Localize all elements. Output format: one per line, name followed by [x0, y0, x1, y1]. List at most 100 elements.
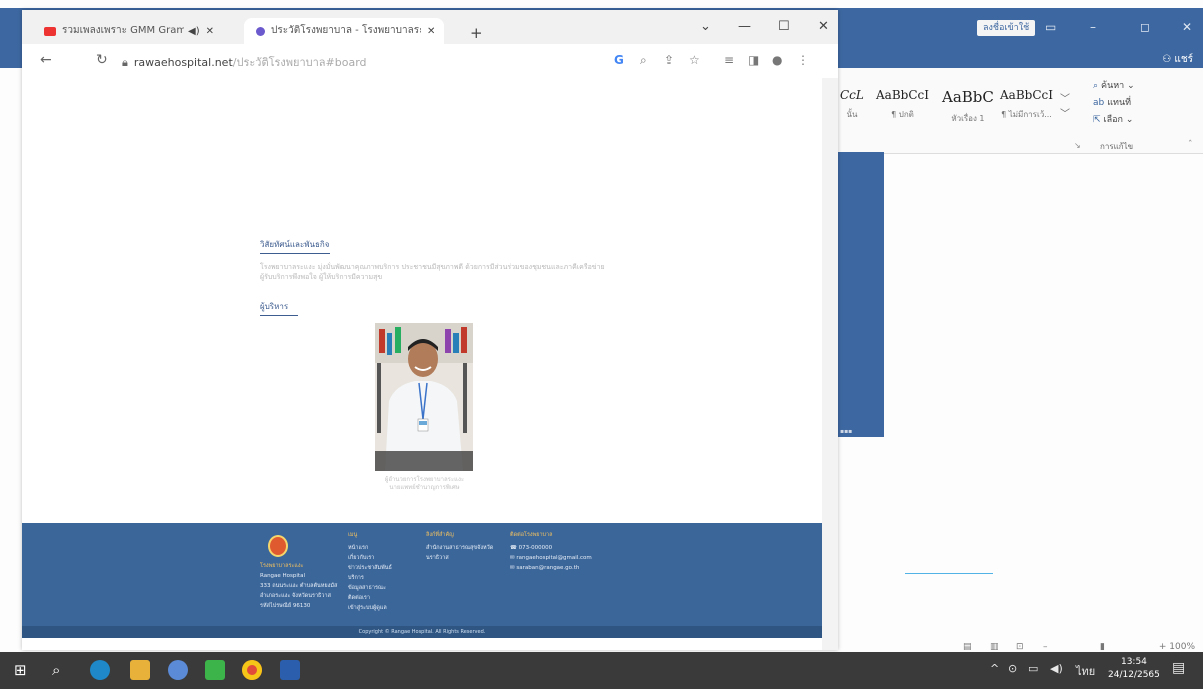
- edge-icon[interactable]: [90, 660, 110, 680]
- share-icon[interactable]: ⇪: [664, 53, 674, 67]
- tray-chevron-icon[interactable]: ^: [990, 662, 999, 675]
- hospital-logo: [268, 535, 288, 557]
- document-rule: [905, 573, 993, 574]
- style-item[interactable]: CcL นั้น: [840, 88, 864, 121]
- director-photo: [375, 323, 473, 471]
- zoom-slider[interactable]: ▮: [1100, 642, 1105, 652]
- footer-link-contact[interactable]: ติดต่อเรา: [348, 593, 428, 603]
- speaker-icon[interactable]: ◀): [188, 26, 200, 37]
- sign-in-button[interactable]: ลงชื่อเข้าใช้: [977, 20, 1036, 36]
- editing-group-label: การแก้ไข: [1100, 142, 1134, 151]
- replace-button[interactable]: ab แทนที่: [1093, 95, 1135, 112]
- zoom-level[interactable]: + 100%: [1159, 642, 1195, 652]
- notification-icon[interactable]: ▤: [1172, 660, 1185, 676]
- maximize-icon[interactable]: ☐: [778, 19, 790, 34]
- read-mode-icon[interactable]: ▤: [963, 642, 972, 652]
- reading-list-icon[interactable]: ≡: [724, 53, 734, 67]
- tab-youtube[interactable]: รวมเพลงเพราะ GMM Gramm◀) ✕: [32, 18, 232, 44]
- vision-text: โรงพยาบาลระแงะ มุ่งมั่นพัฒนาคุณภาพบริการ…: [260, 263, 605, 281]
- word-icon[interactable]: [280, 660, 300, 680]
- zoom-out-icon[interactable]: –: [1043, 642, 1048, 652]
- select-button[interactable]: ⇱ เลือก ⌄: [1093, 112, 1135, 129]
- document-thumbnail: ▪▪▪: [840, 428, 853, 435]
- ribbon-display-icon[interactable]: ▭: [1045, 20, 1056, 34]
- close-icon[interactable]: ✕: [818, 19, 829, 34]
- close-tab-icon[interactable]: ✕: [206, 26, 214, 37]
- editing-group: ⌕ ค้นหา ⌄ ab แทนที่ ⇱ เลือก ⌄: [1093, 78, 1135, 129]
- back-icon[interactable]: ←: [40, 52, 52, 68]
- style-normal[interactable]: AaBbCcI ¶ ปกติ: [876, 88, 929, 121]
- network-icon[interactable]: ▭: [1028, 662, 1038, 675]
- profile-icon[interactable]: ●: [772, 53, 782, 67]
- find-button[interactable]: ⌕ ค้นหา ⌄: [1093, 78, 1135, 95]
- tab-hospital[interactable]: ประวัติโรงพยาบาล - โรงพยาบาลระแง✕: [244, 18, 444, 44]
- minimize-icon[interactable]: —: [738, 19, 751, 34]
- app-icon[interactable]: [168, 660, 188, 680]
- footer-link-home[interactable]: หน้าแรก: [348, 543, 428, 553]
- search-icon[interactable]: ⌕: [52, 660, 72, 680]
- word-minimize-icon[interactable]: –: [1090, 20, 1096, 34]
- web-layout-icon[interactable]: ⊡: [1016, 642, 1024, 652]
- footer-link-provincial[interactable]: สำนักงานสาธารณสุขจังหวัดนราธิวาส: [426, 543, 506, 563]
- clock[interactable]: 13:54 24/12/2565: [1108, 656, 1160, 682]
- meet-icon[interactable]: ⊙: [1008, 662, 1017, 675]
- footer-menu-heading: เมนู: [348, 532, 358, 538]
- style-no-spacing[interactable]: AaBbCcI ¶ ไม่มีการเว้...: [1000, 88, 1053, 121]
- style-heading1[interactable]: AaBbC หัวเรื่อง 1: [942, 88, 994, 125]
- word-ribbon: CcL นั้น AaBbCcI ¶ ปกติ AaBbC หัวเรื่อง …: [838, 68, 1203, 154]
- styles-launcher-icon[interactable]: ↘: [1074, 141, 1081, 150]
- footer-links-heading: ลิงก์ที่สำคัญ: [426, 532, 454, 538]
- footer-menu: หน้าแรก เกี่ยวกับเรา ข่าวประชาสัมพันธ์ บ…: [348, 543, 428, 613]
- phone-icon: ☎: [510, 545, 519, 551]
- footer-link-services[interactable]: บริการ: [348, 573, 428, 583]
- line-icon[interactable]: [205, 660, 225, 680]
- footer-email-2[interactable]: ✉ saraban@rangae.go.th: [510, 563, 620, 573]
- search-icon: ⌕: [1093, 81, 1099, 91]
- footer-contact-heading: ติดต่อโรงพยาบาล: [510, 532, 553, 538]
- close-tab-icon[interactable]: ✕: [427, 26, 435, 37]
- copyright-bar: Copyright © Rangae Hospital. All Rights …: [22, 626, 822, 638]
- footer-link-admin[interactable]: เข้าสู่ระบบผู้ดูแล: [348, 603, 428, 613]
- footer-phone[interactable]: ☎ 073-000000: [510, 543, 620, 553]
- director-underline: [260, 315, 298, 316]
- google-translate-icon[interactable]: G: [614, 53, 624, 67]
- zoom-icon[interactable]: ⌕: [640, 53, 647, 68]
- youtube-icon: [44, 26, 56, 36]
- browser-toolbar: ← ↻ 🔒︎ rawaehospital.net/ประวัติโรงพยาบาล…: [22, 44, 838, 79]
- share-button[interactable]: ⚇ แชร์: [1162, 52, 1193, 67]
- windows-start-icon[interactable]: ⊞: [14, 660, 34, 680]
- footer-org-name: โรงพยาบาลระแงะ: [260, 563, 304, 569]
- footer-link-public-info[interactable]: ข้อมูลสาธารณะ: [348, 583, 428, 593]
- reload-icon[interactable]: ↻: [96, 52, 108, 68]
- footer-link-about[interactable]: เกี่ยวกับเรา: [348, 553, 428, 563]
- bookmark-star-icon[interactable]: ☆: [689, 53, 700, 67]
- styles-more-icon[interactable]: ﹀ ﹀: [1060, 90, 1070, 120]
- site-footer: โรงพยาบาลระแงะ Rangae Hospital 333 ถนนระ…: [22, 523, 822, 626]
- collapse-ribbon-icon[interactable]: ˆ: [1188, 140, 1193, 150]
- tab-search-icon[interactable]: ⌄: [700, 19, 711, 34]
- new-tab-icon[interactable]: +: [470, 24, 483, 42]
- replace-icon: ab: [1093, 98, 1105, 108]
- footer-email-1[interactable]: ✉ rangaehospital@gmail.com: [510, 553, 620, 563]
- volume-icon[interactable]: ◀): [1050, 662, 1063, 675]
- footer-contact: ☎ 073-000000 ✉ rangaehospital@gmail.com …: [510, 543, 620, 573]
- vision-underline: [260, 253, 330, 254]
- file-explorer-icon[interactable]: [130, 660, 150, 680]
- taskbar: ⊞ ⌕ ^ ⊙ ▭ ◀) ไทย 13:54 24/12/2565 ▤: [0, 652, 1203, 689]
- word-restore-icon[interactable]: ◻: [1140, 20, 1150, 34]
- select-icon: ⇱: [1093, 115, 1101, 125]
- menu-icon[interactable]: ⋮: [797, 53, 809, 67]
- zoom-in-icon: +: [1158, 642, 1170, 652]
- footer-link-news[interactable]: ข่าวประชาสัมพันธ์: [348, 563, 428, 573]
- page-scrollbar[interactable]: [822, 78, 838, 650]
- director-caption: ผู้อำนวยการโรงพยาบาลระแงะ นายแพทย์ชำนาญก…: [384, 476, 465, 491]
- chrome-icon[interactable]: [242, 660, 262, 680]
- side-panel-icon[interactable]: ◨: [748, 53, 759, 67]
- print-layout-icon[interactable]: ▥: [990, 642, 999, 652]
- vision-heading: วิสัยทัศน์และพันธกิจ: [260, 240, 330, 249]
- word-close-icon[interactable]: ✕: [1182, 20, 1192, 34]
- language-indicator[interactable]: ไทย: [1076, 662, 1095, 680]
- browser-window: รวมเพลงเพราะ GMM Gramm◀) ✕ ประวัติโรงพยาบ…: [22, 10, 838, 650]
- director-portrait: [375, 323, 473, 471]
- address-bar[interactable]: 🔒︎ rawaehospital.net/ประวัติโรงพยาบาล#boa…: [122, 53, 367, 71]
